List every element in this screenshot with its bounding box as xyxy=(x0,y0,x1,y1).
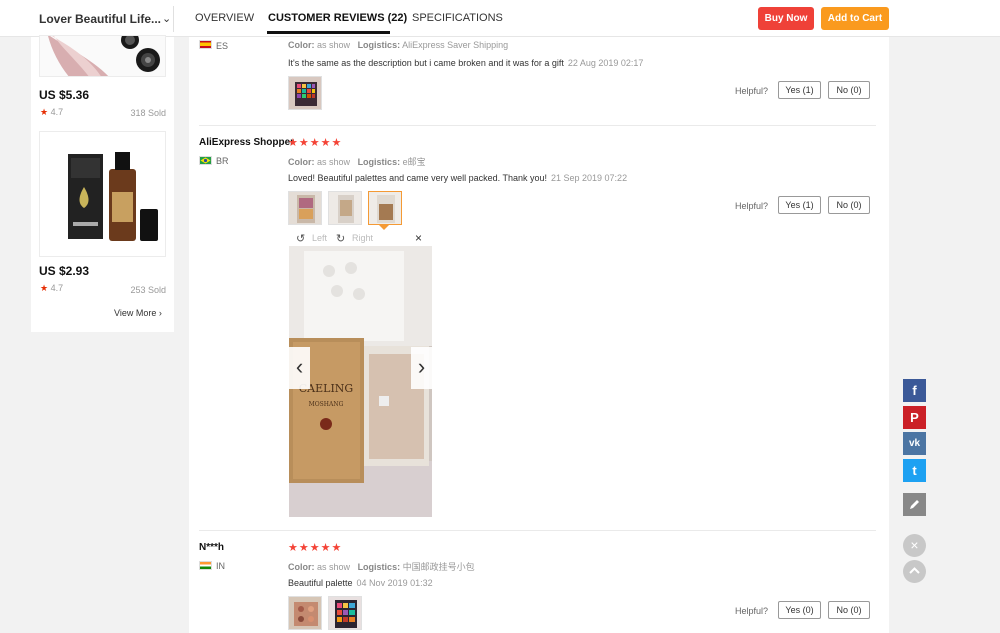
product-box-subtext: MOSHANG xyxy=(309,401,344,408)
review-meta: Color: as show Logistics: 中国邮政挂号小包 xyxy=(288,562,475,572)
rotate-right-icon[interactable]: ↻ xyxy=(336,232,345,245)
reviewer-country: IN xyxy=(216,561,225,571)
vote-no-button[interactable]: No (0) xyxy=(828,81,870,99)
reviewer-country: ES xyxy=(216,41,229,51)
review-divider xyxy=(199,530,876,531)
add-to-cart-button[interactable]: Add to Cart xyxy=(821,7,889,30)
facebook-share-icon[interactable]: f xyxy=(903,379,926,402)
back-to-top-icon[interactable] xyxy=(903,560,926,583)
twitter-share-icon[interactable]: t xyxy=(903,459,926,482)
chevron-down-icon[interactable]: ⌄ xyxy=(162,12,171,25)
review-date: 21 Sep 2019 07:22 xyxy=(551,173,628,183)
pinterest-share-icon[interactable]: P xyxy=(903,406,926,429)
tab-customer-reviews[interactable]: CUSTOMER REVIEWS (22) xyxy=(268,12,407,24)
review-stars: ★★★★★ xyxy=(288,542,343,554)
rotate-left-icon[interactable]: ↺ xyxy=(296,232,305,245)
review-photo-selected[interactable] xyxy=(368,191,402,225)
review-meta: Color: as show Logistics: AliExpress Sav… xyxy=(288,40,509,50)
product-sold-count: 318 Sold xyxy=(130,108,166,118)
next-image-button[interactable]: › xyxy=(411,347,432,389)
reviewer-name: N***h xyxy=(199,542,225,553)
product-price: US $2.93 xyxy=(39,264,90,278)
vote-no-button[interactable]: No (0) xyxy=(828,196,870,214)
image-viewer-toolbar: ↺ Left ↻ Right × xyxy=(289,231,432,246)
helpful-label: Helpful? xyxy=(735,86,769,96)
rotate-right-label[interactable]: Right xyxy=(352,233,373,243)
star-icon: ★ xyxy=(40,107,49,117)
product-price: US $5.36 xyxy=(39,88,90,102)
product-sold-count: 253 Sold xyxy=(130,285,166,295)
tab-overview[interactable]: OVERVIEW xyxy=(195,12,254,24)
product-rating: ★ 4.7 xyxy=(40,283,64,293)
review-date: 04 Nov 2019 01:32 xyxy=(356,578,433,588)
previous-image-button[interactable]: ‹ xyxy=(289,347,310,389)
review-comment: Beautiful palette 04 Nov 2019 01:32 xyxy=(288,578,433,588)
review-photo[interactable] xyxy=(288,596,322,630)
tab-specifications[interactable]: SPECIFICATIONS xyxy=(412,12,503,24)
feedback-edit-icon[interactable] xyxy=(903,493,926,516)
buy-now-button[interactable]: Buy Now xyxy=(758,7,814,30)
divider xyxy=(173,6,174,32)
reviewer-name: AliExpress Shopper xyxy=(199,137,295,148)
star-icon: ★ xyxy=(40,283,49,293)
flag-icon-es xyxy=(199,40,212,49)
chevron-right-icon: › xyxy=(158,308,162,318)
rotate-left-label[interactable]: Left xyxy=(312,233,327,243)
review-date: 22 Aug 2019 02:17 xyxy=(567,58,644,68)
product-image[interactable] xyxy=(39,131,166,257)
review-meta: Color: as show Logistics: e邮宝 xyxy=(288,157,426,167)
review-comment: It's the same as the description but i c… xyxy=(288,58,644,68)
vote-no-button[interactable]: No (0) xyxy=(828,601,870,619)
helpful-label: Helpful? xyxy=(735,606,769,616)
product-image[interactable] xyxy=(39,35,166,77)
vote-yes-button[interactable]: Yes (1) xyxy=(778,81,821,99)
vk-share-icon[interactable]: vk xyxy=(903,432,926,455)
review-photo[interactable] xyxy=(328,596,362,630)
review-photo[interactable] xyxy=(328,191,362,225)
active-tab-indicator xyxy=(267,31,390,34)
close-icon[interactable]: × xyxy=(415,231,422,245)
close-icon[interactable]: × xyxy=(903,534,926,557)
store-name[interactable]: Lover Beautiful Life... xyxy=(39,12,161,26)
selected-photo-caret xyxy=(379,225,389,230)
vote-yes-button[interactable]: Yes (0) xyxy=(778,601,821,619)
review-stars: ★★★★★ xyxy=(288,137,343,149)
helpful-label: Helpful? xyxy=(735,201,769,211)
review-photo[interactable] xyxy=(288,76,322,110)
product-rating: ★ 4.7 xyxy=(40,107,64,117)
reviewer-country: BR xyxy=(216,156,229,166)
review-comment: Loved! Beautiful palettes and came very … xyxy=(288,173,628,183)
view-more-link[interactable]: View More › xyxy=(114,308,162,318)
recommended-products-panel: US $5.36 ★ 4.7 318 Sold US $2.93 ★ 4.7 2… xyxy=(31,35,174,332)
flag-icon-in xyxy=(199,561,212,570)
review-divider xyxy=(199,125,876,126)
review-photo[interactable] xyxy=(288,191,322,225)
flag-icon-br xyxy=(199,156,212,165)
product-tab-bar: Lover Beautiful Life... ⌄ OVERVIEW CUSTO… xyxy=(0,0,1000,37)
vote-yes-button[interactable]: Yes (1) xyxy=(778,196,821,214)
